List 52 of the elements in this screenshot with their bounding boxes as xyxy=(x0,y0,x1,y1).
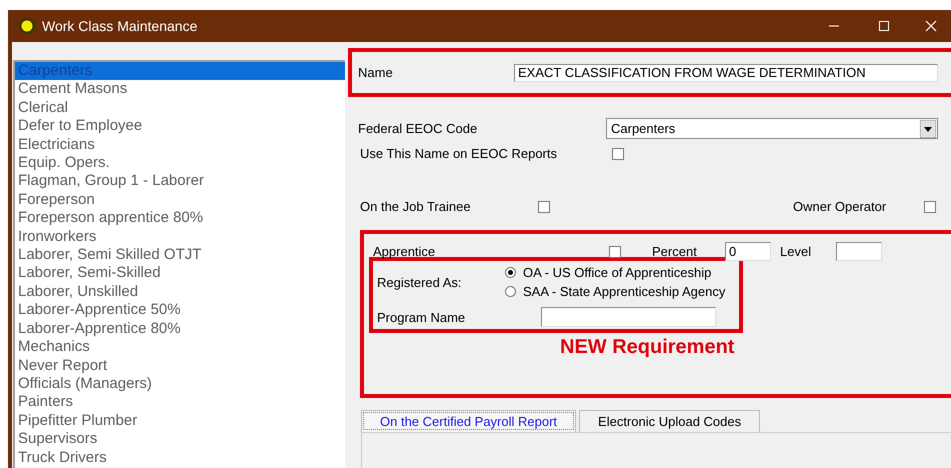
list-item[interactable]: Supervisors xyxy=(15,430,345,449)
list-item[interactable]: Truck Drivers xyxy=(15,448,345,467)
level-field[interactable] xyxy=(836,242,882,261)
radio-label: SAA - State Apprenticeship Agency xyxy=(523,284,726,299)
list-item[interactable]: Foreperson apprentice 80% xyxy=(15,209,345,228)
checkbox-label: Owner Operator xyxy=(793,199,888,214)
checkbox[interactable] xyxy=(538,200,550,212)
eeoc-code-dropdown[interactable]: Carpenters xyxy=(606,118,938,139)
field-label: Registered As: xyxy=(377,274,463,290)
radio-button[interactable] xyxy=(505,267,516,278)
list-item[interactable]: Ironworkers xyxy=(15,228,345,246)
list-item[interactable]: Laborer, Unskilled xyxy=(15,282,345,302)
window-title: Work Class Maintenance xyxy=(42,18,198,34)
list-item[interactable]: Equip. Opers. xyxy=(15,154,345,172)
checkbox[interactable] xyxy=(924,200,936,212)
checkbox-label: Apprentice xyxy=(373,244,436,259)
field-label: Federal EEOC Code xyxy=(358,121,478,136)
list-item[interactable]: Flagman, Group 1 - Laborer xyxy=(15,172,345,191)
field-label: Program Name xyxy=(377,310,466,324)
checkbox[interactable] xyxy=(612,148,624,160)
field-label: Name xyxy=(358,65,394,80)
list-item[interactable]: Foreperson xyxy=(15,190,345,210)
list-item[interactable]: Mechanics xyxy=(15,338,345,356)
field-label: Percent xyxy=(652,244,698,259)
list-item[interactable]: Electricians xyxy=(15,136,345,154)
list-item[interactable]: Laborer, Semi Skilled OTJT xyxy=(15,246,345,264)
list-item[interactable]: Laborer, Semi-Skilled xyxy=(15,264,345,283)
program-name-field[interactable] xyxy=(541,307,716,327)
list-item[interactable]: Never Report xyxy=(15,356,345,375)
field-label: Level xyxy=(780,244,812,259)
tab[interactable]: On the Certified Payroll Report xyxy=(361,410,576,432)
list-item[interactable]: Laborer-Apprentice 80% xyxy=(15,320,345,338)
list-item[interactable]: Pipefitter Plumber xyxy=(15,412,345,430)
list-item[interactable]: Painters xyxy=(15,393,345,412)
checkbox-label: Use This Name on EEOC Reports xyxy=(360,146,558,161)
annotation-text: NEW Requirement xyxy=(560,336,734,359)
name-field[interactable]: EXACT CLASSIFICATION FROM WAGE DETERMINATION xyxy=(514,64,938,82)
list-item[interactable]: Cement Masons xyxy=(15,80,345,99)
checkbox-label: On the Job Trainee xyxy=(360,199,472,214)
list-item[interactable]: Officials (Managers) xyxy=(15,374,345,394)
close-icon xyxy=(925,20,937,32)
sun-icon xyxy=(18,17,36,35)
radio-label: OA - US Office of Apprenticeship xyxy=(523,265,712,280)
caret-icon xyxy=(920,120,936,138)
percent-field[interactable]: 0 xyxy=(725,242,771,261)
maximize-icon xyxy=(878,20,890,32)
tab[interactable]: Electronic Upload Codes xyxy=(579,410,760,432)
radio-button[interactable] xyxy=(505,286,516,297)
checkbox[interactable] xyxy=(609,246,621,258)
list-item[interactable]: Laborer-Apprentice 50% xyxy=(15,301,345,320)
list-item[interactable]: Defer to Employee xyxy=(15,117,345,136)
list-item[interactable]: Clerical xyxy=(15,98,345,118)
